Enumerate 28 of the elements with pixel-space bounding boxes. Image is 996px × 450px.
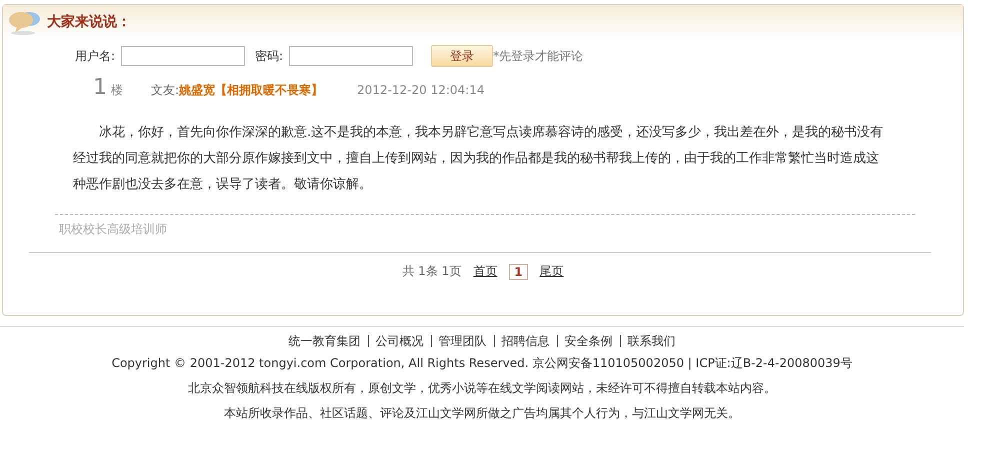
panel-title: 大家来说说： xyxy=(47,13,131,31)
footer-text: 本站所收录作品、社区话题、评论及江山文学网所做之广告均属其个人行为，与江山文学网无关。 xyxy=(224,405,740,422)
speech-bubbles-icon xyxy=(7,9,43,35)
author-name: 姚盛宽【相拥取暖不畏寒】 xyxy=(179,82,324,99)
page-number[interactable]: 1 xyxy=(509,264,528,280)
comment-text: 冰花，你好，首先向你作深深的歉意.这不是我的本意，我本另辟它意写点读席慕容诗的感受，还没写多少，我出差在外，是我的秘书没有经过我的同意就把你的大部分原作嫁接到文中，擅自上传到网站，因为我的作品都是我的秘书帮我上传的，由于我的工作非常繁忙当时造成这种恶作剧也没去多在意，误导了读者。敬请你谅解。 xyxy=(73,124,884,194)
footer-link[interactable]: 公司概况 xyxy=(368,335,430,347)
password-label: 密码: xyxy=(255,48,284,64)
floor-unit: 楼 xyxy=(111,82,123,99)
first-page-link[interactable]: 首页 xyxy=(473,263,498,280)
comment-time: 2012-12-20 12:04:14 xyxy=(357,83,484,97)
signature: 职校校长高级培训师 xyxy=(59,221,168,238)
footer-text: Copyright © 2001-2012 tongyi.com Corporation, All Rights Reserved. 京公网安备110105002050 | ICP证:辽B-2-4-20080039号 xyxy=(112,355,852,372)
floor-number: 1 xyxy=(93,75,107,100)
footer-link[interactable]: 联系我们 xyxy=(620,335,682,347)
last-page-link[interactable]: 尾页 xyxy=(540,263,564,280)
footer-link[interactable]: 管理团队 xyxy=(430,335,494,347)
footer-link[interactable]: 招聘信息 xyxy=(494,335,556,347)
author-label: 文友: xyxy=(151,82,180,99)
username-field[interactable] xyxy=(121,46,246,66)
page-summary: 共 1条 1页 xyxy=(402,263,462,280)
login-button[interactable]: 登录 xyxy=(431,45,494,67)
footer-link[interactable]: 安全条例 xyxy=(556,335,620,347)
footer-text: 北京众智领航科技在线版权所有，原创文学，优秀小说等在线文学阅读网站，未经许可不得擅自转载本站内容。 xyxy=(188,380,776,397)
password-field[interactable] xyxy=(289,46,414,66)
username-label: 用户名: xyxy=(75,48,116,64)
login-note: *先登录才能评论 xyxy=(493,48,584,64)
footer-link[interactable]: 统一教育集团 xyxy=(282,335,368,347)
